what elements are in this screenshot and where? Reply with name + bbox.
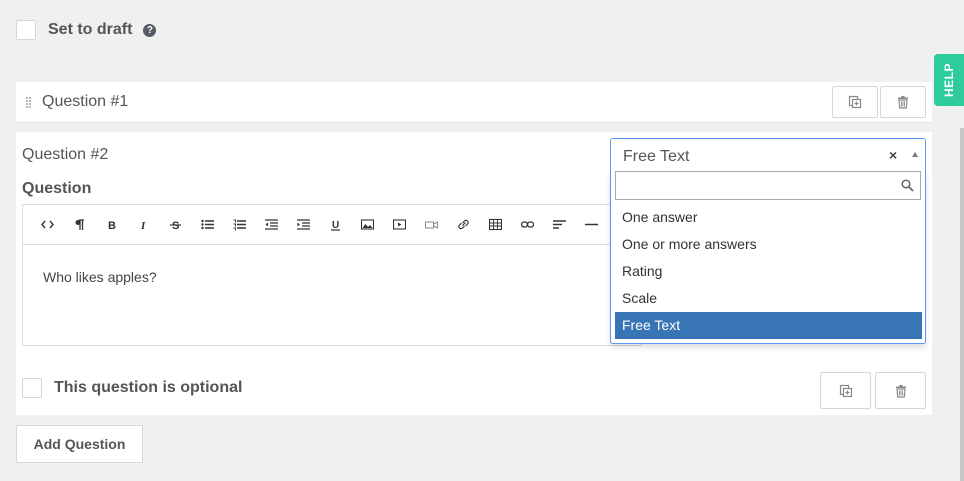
trash-icon bbox=[895, 384, 906, 398]
drag-handle-icon[interactable] bbox=[26, 97, 32, 108]
duplicate-question-2-button[interactable] bbox=[820, 372, 871, 409]
select-current-value: Free Text bbox=[623, 148, 690, 165]
scrollbar[interactable] bbox=[960, 128, 964, 481]
clear-icon[interactable]: × bbox=[889, 147, 897, 163]
align-icon[interactable] bbox=[543, 213, 575, 237]
bullet-list-icon[interactable] bbox=[191, 213, 223, 237]
question-1-card: Question #1 bbox=[16, 82, 932, 123]
editor-content[interactable]: Who likes apples? bbox=[23, 245, 641, 309]
draft-checkbox[interactable] bbox=[16, 20, 36, 40]
code-view-icon[interactable] bbox=[31, 213, 63, 237]
option-one-or-more-answers[interactable]: One or more answers bbox=[615, 231, 922, 258]
outdent-icon[interactable] bbox=[255, 213, 287, 237]
add-question-button[interactable]: Add Question bbox=[16, 425, 143, 463]
question-2-title[interactable]: Question #2 bbox=[22, 146, 108, 164]
duplicate-question-1-button[interactable] bbox=[832, 86, 878, 118]
search-icon bbox=[901, 179, 914, 192]
delete-question-2-button[interactable] bbox=[875, 372, 926, 409]
svg-text:I: I bbox=[140, 220, 146, 231]
optional-label: This question is optional bbox=[54, 379, 243, 396]
chevron-up-icon[interactable] bbox=[912, 152, 918, 157]
question-type-select[interactable]: Free Text × bbox=[610, 138, 926, 174]
svg-text:U: U bbox=[332, 220, 339, 231]
bold-icon[interactable]: B bbox=[95, 213, 127, 237]
select-options: One answer One or more answers Rating Sc… bbox=[615, 204, 922, 339]
image-icon[interactable] bbox=[351, 213, 383, 237]
optional-row: This question is optional bbox=[22, 378, 242, 398]
draft-row: Set to draft ? bbox=[16, 20, 157, 40]
help-circle-icon[interactable]: ? bbox=[143, 23, 157, 37]
trash-icon bbox=[898, 96, 908, 109]
editor-toolbar: B I S U bbox=[23, 205, 641, 245]
optional-checkbox[interactable] bbox=[22, 378, 42, 398]
option-one-answer[interactable]: One answer bbox=[615, 204, 922, 231]
video-icon[interactable] bbox=[383, 213, 415, 237]
italic-icon[interactable]: I bbox=[127, 213, 159, 237]
chain-link-icon[interactable] bbox=[511, 213, 543, 237]
select-search-wrapper bbox=[615, 171, 921, 200]
duplicate-icon bbox=[848, 95, 862, 109]
svg-text:B: B bbox=[108, 220, 116, 231]
option-free-text[interactable]: Free Text bbox=[615, 312, 922, 339]
link-icon[interactable] bbox=[447, 213, 479, 237]
option-scale[interactable]: Scale bbox=[615, 285, 922, 312]
select-search-input[interactable] bbox=[616, 172, 920, 199]
numbered-list-icon[interactable] bbox=[223, 213, 255, 237]
question-1-title[interactable]: Question #1 bbox=[42, 93, 128, 111]
help-tab-label: HELP bbox=[942, 62, 957, 98]
help-tab[interactable]: HELP bbox=[934, 54, 964, 106]
paragraph-icon[interactable] bbox=[63, 213, 95, 237]
option-rating[interactable]: Rating bbox=[615, 258, 922, 285]
horizontal-rule-icon[interactable] bbox=[575, 213, 607, 237]
duplicate-icon bbox=[839, 384, 852, 397]
delete-question-1-button[interactable] bbox=[880, 86, 926, 118]
question-field-label: Question bbox=[22, 180, 92, 197]
underline-icon[interactable]: U bbox=[319, 213, 351, 237]
indent-icon[interactable] bbox=[287, 213, 319, 237]
table-icon[interactable] bbox=[479, 213, 511, 237]
rich-text-editor: B I S U bbox=[22, 204, 642, 346]
draft-label: Set to draft bbox=[48, 21, 133, 38]
strikethrough-icon[interactable]: S bbox=[159, 213, 191, 237]
camera-icon[interactable] bbox=[415, 213, 447, 237]
select-dropdown: One answer One or more answers Rating Sc… bbox=[610, 171, 926, 344]
